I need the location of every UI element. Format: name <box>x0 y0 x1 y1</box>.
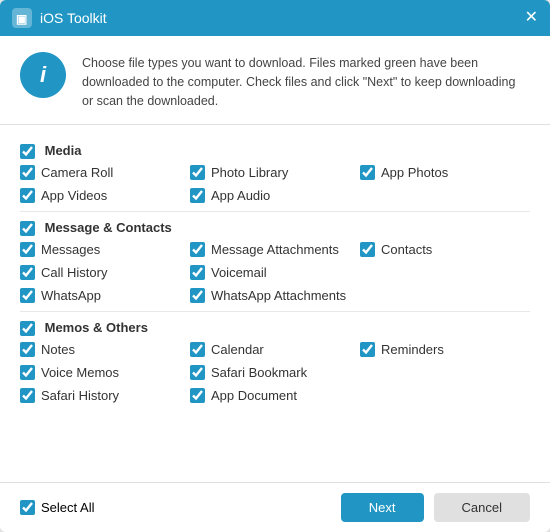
media-grid: Camera Roll Photo Library App Photos App… <box>20 163 530 205</box>
section-message-checkbox[interactable] <box>20 221 35 236</box>
call-history-label: Call History <box>41 265 107 280</box>
list-item: Photo Library <box>190 163 360 182</box>
section-media-checkbox[interactable] <box>20 144 35 159</box>
app-document-checkbox[interactable] <box>190 388 205 403</box>
reminders-checkbox[interactable] <box>360 342 375 357</box>
select-all-checkbox[interactable] <box>20 500 35 515</box>
voicemail-checkbox[interactable] <box>190 265 205 280</box>
app-videos-checkbox[interactable] <box>20 188 35 203</box>
whatsapp-attachments-checkbox[interactable] <box>190 288 205 303</box>
divider-2 <box>20 311 530 312</box>
info-icon: i <box>20 52 66 98</box>
app-icon: ▣ <box>12 8 32 28</box>
list-item: WhatsApp <box>20 286 190 305</box>
calendar-checkbox[interactable] <box>190 342 205 357</box>
content-area: Media Camera Roll Photo Library App Phot… <box>0 125 550 482</box>
main-window: ▣ iOS Toolkit ✕ i Choose file types you … <box>0 0 550 532</box>
list-item: Safari History <box>20 386 190 405</box>
camera-roll-label: Camera Roll <box>41 165 113 180</box>
select-all-area: Select All <box>20 500 341 515</box>
list-item: Camera Roll <box>20 163 190 182</box>
app-photos-checkbox[interactable] <box>360 165 375 180</box>
footer: Select All Next Cancel <box>0 482 550 532</box>
voicemail-label: Voicemail <box>211 265 267 280</box>
message-grid: Messages Message Attachments Contacts Ca… <box>20 240 530 305</box>
app-document-label: App Document <box>211 388 297 403</box>
messages-label: Messages <box>41 242 100 257</box>
close-button[interactable]: ✕ <box>525 10 538 26</box>
notes-checkbox[interactable] <box>20 342 35 357</box>
section-header-memos: Memos & Others <box>20 320 530 336</box>
next-button[interactable]: Next <box>341 493 424 522</box>
safari-bookmark-checkbox[interactable] <box>190 365 205 380</box>
whatsapp-label: WhatsApp <box>41 288 101 303</box>
calendar-label: Calendar <box>211 342 264 357</box>
safari-history-checkbox[interactable] <box>20 388 35 403</box>
list-item: Safari Bookmark <box>190 363 360 382</box>
section-memos-checkbox[interactable] <box>20 321 35 336</box>
title-bar: ▣ iOS Toolkit ✕ <box>0 0 550 36</box>
list-item: Contacts <box>360 240 530 259</box>
notes-label: Notes <box>41 342 75 357</box>
list-item <box>360 263 530 282</box>
list-item: Calendar <box>190 340 360 359</box>
cancel-button[interactable]: Cancel <box>434 493 530 522</box>
safari-history-label: Safari History <box>41 388 119 403</box>
app-audio-label: App Audio <box>211 188 270 203</box>
list-item: Call History <box>20 263 190 282</box>
list-item: Message Attachments <box>190 240 360 259</box>
photo-library-checkbox[interactable] <box>190 165 205 180</box>
footer-buttons: Next Cancel <box>341 493 530 522</box>
svg-text:▣: ▣ <box>16 12 27 26</box>
list-item <box>360 363 530 382</box>
message-attachments-checkbox[interactable] <box>190 242 205 257</box>
list-item: Reminders <box>360 340 530 359</box>
message-attachments-label: Message Attachments <box>211 242 339 257</box>
messages-checkbox[interactable] <box>20 242 35 257</box>
list-item: Voicemail <box>190 263 360 282</box>
camera-roll-checkbox[interactable] <box>20 165 35 180</box>
divider-1 <box>20 211 530 212</box>
voice-memos-checkbox[interactable] <box>20 365 35 380</box>
app-videos-label: App Videos <box>41 188 107 203</box>
list-item: App Audio <box>190 186 360 205</box>
call-history-checkbox[interactable] <box>20 265 35 280</box>
list-item: Messages <box>20 240 190 259</box>
window-title: iOS Toolkit <box>40 10 525 26</box>
section-header-message: Message & Contacts <box>20 220 530 236</box>
photo-library-label: Photo Library <box>211 165 288 180</box>
section-header-media: Media <box>20 143 530 159</box>
safari-bookmark-label: Safari Bookmark <box>211 365 307 380</box>
memos-grid: Notes Calendar Reminders Voice Memos Saf… <box>20 340 530 405</box>
select-all-label: Select All <box>41 500 94 515</box>
list-item: WhatsApp Attachments <box>190 286 360 305</box>
app-photos-label: App Photos <box>381 165 448 180</box>
reminders-label: Reminders <box>381 342 444 357</box>
info-bar: i Choose file types you want to download… <box>0 36 550 125</box>
info-text: Choose file types you want to download. … <box>82 52 530 110</box>
whatsapp-attachments-label: WhatsApp Attachments <box>211 288 346 303</box>
contacts-label: Contacts <box>381 242 432 257</box>
whatsapp-checkbox[interactable] <box>20 288 35 303</box>
list-item: App Document <box>190 386 360 405</box>
list-item: Notes <box>20 340 190 359</box>
contacts-checkbox[interactable] <box>360 242 375 257</box>
list-item: App Videos <box>20 186 190 205</box>
app-audio-checkbox[interactable] <box>190 188 205 203</box>
voice-memos-label: Voice Memos <box>41 365 119 380</box>
list-item: Voice Memos <box>20 363 190 382</box>
list-item: App Photos <box>360 163 530 182</box>
